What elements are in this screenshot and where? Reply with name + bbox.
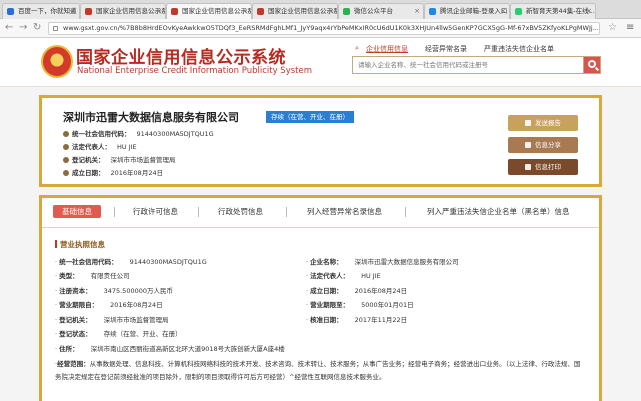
field-credit-code: · 统一社会信用代码： 91440300MA5DJTQU1G bbox=[55, 258, 207, 266]
tab-admin-license[interactable]: 行政许可信息 bbox=[133, 206, 178, 217]
url-field[interactable]: www.gsxt.gov.cn/%7B8b8HrdEOvKyeAwkkwO5TD… bbox=[48, 22, 600, 35]
tab-basic-info[interactable]: 基础信息 bbox=[53, 205, 101, 218]
baidu-icon bbox=[7, 8, 14, 15]
share-icon bbox=[525, 142, 531, 148]
browser-tab-label: 微信公众平台 bbox=[354, 7, 393, 15]
nav-credit-info[interactable]: 企业信用信息 bbox=[366, 44, 408, 54]
browser-tab-label: 新智育天第44集-在线... bbox=[526, 7, 595, 15]
reload-icon[interactable]: ↻ bbox=[33, 22, 41, 34]
field-term-to: · 营业期限至： 5000年01月01日 bbox=[306, 301, 414, 309]
close-icon[interactable]: × bbox=[156, 4, 162, 18]
search-icon: ⌕ bbox=[355, 44, 359, 52]
field-term-from: · 营业期限自： 2016年08月24日 bbox=[55, 301, 163, 309]
browser-tab-active[interactable]: 国家企业信用信息公示系统× bbox=[166, 3, 252, 19]
search-button[interactable] bbox=[583, 56, 601, 74]
info-row-authority: 登记机关： 深圳市市场监督管理局 bbox=[63, 154, 176, 164]
section-title: 营业执照信息 bbox=[55, 239, 105, 250]
bullet-icon bbox=[63, 157, 69, 163]
mail-icon bbox=[429, 8, 436, 15]
gsxt-icon bbox=[257, 8, 264, 15]
browser-tab-label: 腾讯企业邮箱-登录入口 bbox=[440, 7, 508, 15]
search-input[interactable]: 请输入企业名称、统一社会信用代码或注册号 bbox=[352, 56, 584, 74]
menu-icon[interactable]: ≡ bbox=[626, 23, 634, 33]
close-icon[interactable]: × bbox=[328, 4, 334, 18]
info-row-founded: 成立日期： 2016年08月24日 bbox=[63, 167, 163, 177]
company-name: 深圳市迅雷大数据信息服务有限公司 bbox=[63, 111, 239, 124]
info-row-credit-code: 统一社会信用代码： 91440300MA5DJTQU1G bbox=[63, 128, 214, 138]
field-approval-date: · 核准日期： 2017年11月22日 bbox=[306, 316, 408, 324]
close-icon[interactable]: × bbox=[70, 4, 76, 18]
field-authority: · 登记机关： 深圳市市场监督管理局 bbox=[55, 316, 169, 324]
address-bar: ← → ↻ www.gsxt.gov.cn/%7B8b8HrdEOvKyeAwk… bbox=[0, 19, 641, 38]
field-legal-rep: · 法定代表人： HU JIE bbox=[306, 272, 381, 280]
field-address: · 住所： 深圳市南山区西丽街道高新区北环大道9018号大族创新大厦A座4楼 bbox=[55, 345, 285, 353]
bookmark-star-icon[interactable]: ☆ bbox=[608, 22, 617, 33]
tab-blacklist[interactable]: 列入严重违法失信企业名单（黑名单）信息 bbox=[427, 206, 570, 217]
field-business-scope: ·经营范围：从事数据处理、信息科技、计算机科技网络科技的技术开发、技术咨询、技术… bbox=[55, 360, 581, 381]
close-icon[interactable]: × bbox=[500, 4, 506, 18]
bullet-icon bbox=[63, 144, 69, 150]
url-text: www.gsxt.gov.cn/%7B8b8HrdEOvKyeAwkkwO5TD… bbox=[63, 24, 599, 32]
close-icon[interactable]: × bbox=[586, 4, 592, 18]
national-emblem-icon bbox=[41, 45, 73, 78]
send-icon bbox=[525, 120, 531, 126]
info-row-legal-rep: 法定代表人： HU JIE bbox=[63, 141, 137, 151]
field-registered-capital: · 注册资本： 3475.500000万人民币 bbox=[55, 287, 173, 295]
share-button[interactable]: 信息分享 bbox=[508, 137, 578, 153]
gsxt-icon bbox=[171, 8, 178, 15]
print-button[interactable]: 信息打印 bbox=[508, 159, 578, 175]
close-icon[interactable]: × bbox=[414, 4, 420, 18]
lock-icon bbox=[53, 26, 58, 31]
field-registration-status: · 登记状态： 存续（在营、开业、在册） bbox=[55, 330, 182, 338]
tab-abnormal-list[interactable]: 列入经营异常名录信息 bbox=[307, 206, 382, 217]
field-type: · 类型： 有限责任公司 bbox=[55, 272, 130, 280]
back-icon[interactable]: ← bbox=[5, 22, 13, 34]
browser-tab[interactable]: 腾讯企业邮箱-登录入口 × bbox=[424, 3, 510, 19]
site-title: 国家企业信用信息公示系统 bbox=[76, 48, 286, 68]
browser-tab[interactable]: 新智育天第44集-在线... × bbox=[510, 3, 596, 19]
send-report-button[interactable]: 发送报告 bbox=[508, 115, 578, 131]
field-founded-date: · 成立日期： 2016年08月24日 bbox=[306, 287, 408, 295]
nav-abnormal-list[interactable]: 经营异常名录 bbox=[425, 44, 467, 54]
nav-blacklist[interactable]: 严重违法失信企业名单 bbox=[484, 44, 554, 54]
browser-tab[interactable]: 国家企业信用信息公示系统× bbox=[252, 3, 338, 19]
bullet-icon bbox=[63, 170, 69, 176]
field-company-name: · 企业名称： 深圳市迅雷大数据信息服务有限公司 bbox=[306, 258, 459, 266]
browser-tab[interactable]: 国家企业信用信息公示系统× bbox=[80, 3, 166, 19]
tab-admin-penalty[interactable]: 行政处罚信息 bbox=[218, 206, 263, 217]
browser-tab-label: 百度一下，你就知道 bbox=[18, 7, 77, 15]
browser-tab-bar: 百度一下，你就知道× 国家企业信用信息公示系统× 国家企业信用信息公示系统× 国… bbox=[0, 0, 641, 19]
video-icon bbox=[515, 8, 522, 15]
wechat-icon bbox=[343, 8, 350, 15]
close-icon[interactable]: × bbox=[242, 4, 248, 18]
bullet-icon bbox=[63, 131, 69, 137]
status-badge: 存续（在营、开业、在册） bbox=[266, 111, 354, 123]
browser-tab[interactable]: 微信公众平台 × bbox=[338, 3, 424, 19]
forward-icon[interactable]: → bbox=[19, 22, 27, 34]
print-icon bbox=[525, 164, 531, 170]
browser-tab[interactable]: 百度一下，你就知道 × bbox=[2, 3, 80, 19]
gsxt-icon bbox=[85, 8, 92, 15]
site-title-english: National Enterprise Credit Information P… bbox=[77, 66, 312, 76]
